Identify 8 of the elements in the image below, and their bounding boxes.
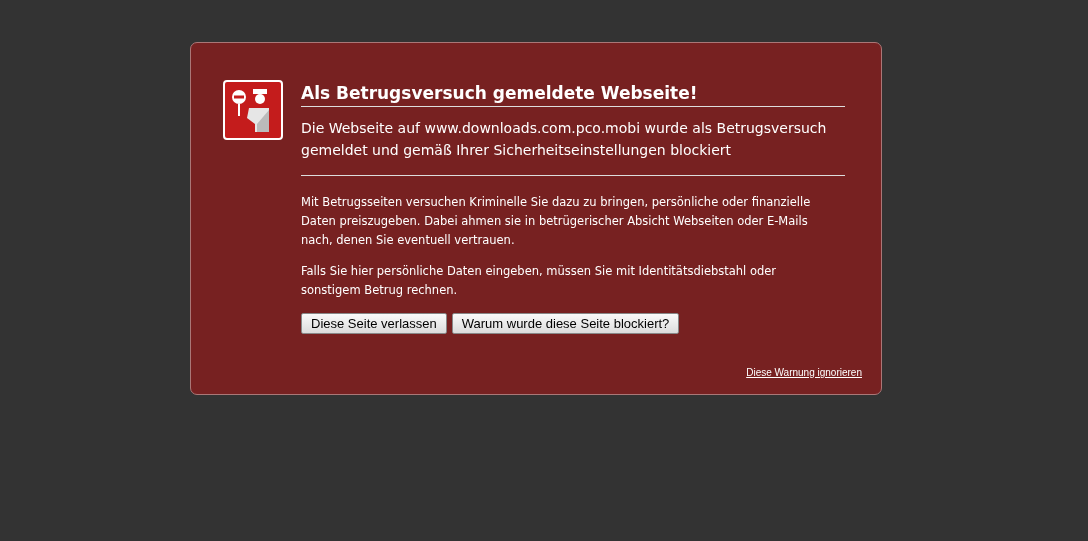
warning-paragraph: Mit Betrugsseiten versuchen Kriminelle Sie dazu zu bringen, persönliche oder finanzielle Daten preiszugeben. Dabei ahmen sie in betrügerischer Absicht Webseiten oder E-Mails nach, denen Sie eventuell vertrauen. [301,194,811,249]
warning-paragraph: Falls Sie hier persönliche Daten eingeben, müssen Sie mit Identitätsdiebstahl oder sonstigem Betrug rechnen. [301,263,778,299]
action-button[interactable]: Diese Seite verlassen [301,313,447,334]
ignore-warning-link[interactable]: Diese Warnung ignorieren [746,367,862,378]
guard-icon [223,80,283,140]
warning-title: Als Betrugsversuch gemeldete Webseite! [301,82,699,103]
warning-summary: Die Webseite auf www.downloads.com.pco.mobi wurde als Betrugsversuch gemeldet und gemäß Ihrer Sicherheitseinstellungen blockiert [301,119,828,160]
action-button[interactable]: Warum wurde diese Seite blockiert? [451,313,680,334]
